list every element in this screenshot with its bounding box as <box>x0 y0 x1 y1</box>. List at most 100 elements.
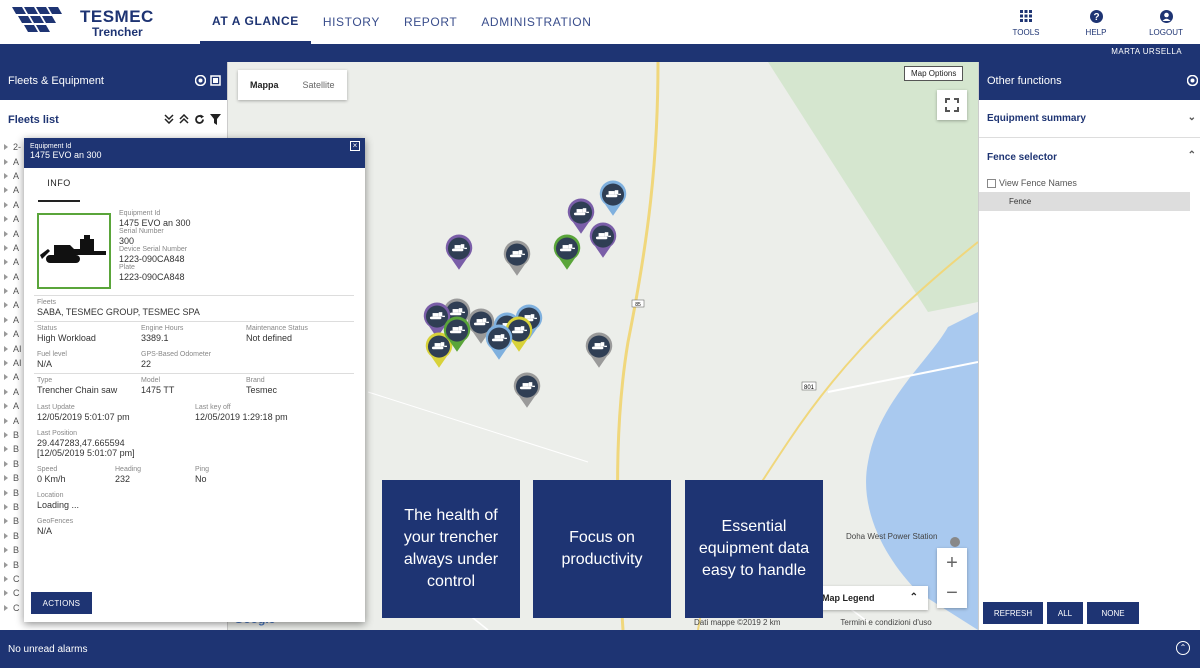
field-value: Trencher Chain saw <box>37 385 118 395</box>
expand-arrow-icon[interactable] <box>4 273 8 280</box>
expand-arrow-icon[interactable] <box>4 547 8 554</box>
expand-arrow-icon[interactable] <box>4 158 8 165</box>
logo-subtitle: Trencher <box>92 25 143 39</box>
view-fence-names-checkbox[interactable]: View Fence Names <box>987 178 1077 188</box>
refresh-button[interactable]: REFRESH <box>983 602 1043 624</box>
expand-arrow-icon[interactable] <box>4 331 8 338</box>
help-button[interactable]: ? HELP <box>1076 8 1116 37</box>
fleet-list-item-label: C <box>13 573 20 584</box>
svg-text:?: ? <box>1093 12 1099 23</box>
expand-arrow-icon[interactable] <box>4 417 8 424</box>
expand-panel-icon[interactable] <box>210 75 221 86</box>
field-label: Last Update <box>37 404 75 411</box>
select-all-button[interactable]: ALL <box>1047 602 1083 624</box>
expand-arrow-icon[interactable] <box>4 244 8 251</box>
road-number-801: 801 <box>804 385 815 391</box>
field-heading: Heading 232 <box>115 466 141 484</box>
expand-arrow-icon[interactable] <box>4 201 8 208</box>
poi-label: Doha West Power Station <box>846 532 937 541</box>
refresh-icon[interactable] <box>194 114 205 125</box>
popup-header-label: Equipment Id <box>30 143 72 150</box>
alarms-bar[interactable]: No unread alarms ⌃ <box>0 630 1200 668</box>
expand-arrow-icon[interactable] <box>4 172 8 179</box>
field-value: 300 <box>119 236 135 246</box>
map-legend-button[interactable]: Map Legend ⌃ <box>814 586 928 610</box>
equipment-marker-icon[interactable] <box>444 234 474 272</box>
filter-icon[interactable] <box>210 114 221 125</box>
tab-info[interactable]: INFO <box>38 178 80 202</box>
expand-arrow-icon[interactable] <box>4 403 8 410</box>
zoom-in-button[interactable]: + <box>937 548 967 578</box>
field-value: Not defined <box>246 333 293 343</box>
expand-arrow-icon[interactable] <box>4 259 8 266</box>
equipment-marker-icon[interactable] <box>502 240 532 278</box>
nav-history[interactable]: HISTORY <box>311 0 392 44</box>
expand-arrow-icon[interactable] <box>4 532 8 539</box>
map-terms-link[interactable]: Termini e condizioni d'uso <box>840 618 931 627</box>
expand-arrow-icon[interactable] <box>4 503 8 510</box>
close-icon[interactable]: × <box>350 141 360 151</box>
settings-icon[interactable] <box>195 75 206 86</box>
expand-arrow-icon[interactable] <box>4 374 8 381</box>
grid-icon <box>1018 8 1034 24</box>
expand-arrow-icon[interactable] <box>4 446 8 453</box>
equipment-marker-icon[interactable] <box>484 324 514 362</box>
other-functions-title: Other functions <box>987 75 1062 87</box>
divider <box>34 295 354 296</box>
tools-button[interactable]: TOOLS <box>1006 8 1046 37</box>
expand-arrow-icon[interactable] <box>4 475 8 482</box>
expand-arrow-icon[interactable] <box>4 604 8 611</box>
expand-arrow-icon[interactable] <box>4 561 8 568</box>
tesmec-logo[interactable]: TESMEC Trencher <box>10 5 153 39</box>
expand-arrow-icon[interactable] <box>4 316 8 323</box>
expand-arrow-icon[interactable] <box>4 388 8 395</box>
equipment-marker-icon[interactable] <box>552 234 582 272</box>
field-label: Fuel level <box>37 351 67 358</box>
expand-arrow-icon[interactable] <box>4 345 8 352</box>
expand-all-icon[interactable] <box>164 114 174 124</box>
fleet-list-item-label: A <box>13 199 20 210</box>
settings-icon[interactable] <box>1187 75 1198 86</box>
fence-selector-section[interactable]: Fence selector ⌃ <box>979 138 1200 176</box>
equipment-summary-section[interactable]: Equipment summary ⌄ <box>979 100 1200 138</box>
equipment-marker-icon[interactable] <box>588 222 618 260</box>
expand-arrow-icon[interactable] <box>4 575 8 582</box>
fleet-list-item-label: B <box>13 487 20 498</box>
expand-arrow-icon[interactable] <box>4 302 8 309</box>
actions-button[interactable]: ACTIONS <box>31 592 92 614</box>
map-type-map[interactable]: Mappa <box>238 70 291 100</box>
fullscreen-button[interactable] <box>937 90 967 120</box>
equipment-marker-icon[interactable] <box>584 332 614 370</box>
select-none-button[interactable]: NONE <box>1087 602 1139 624</box>
equipment-marker-icon[interactable] <box>442 316 472 354</box>
nav-at-a-glance[interactable]: AT A GLANCE <box>200 0 311 44</box>
expand-arrow-icon[interactable] <box>4 489 8 496</box>
expand-arrow-icon[interactable] <box>4 216 8 223</box>
equipment-marker-icon[interactable] <box>598 180 628 218</box>
collapse-all-icon[interactable] <box>179 114 189 124</box>
fleet-list-item-label: B <box>13 545 20 556</box>
expand-arrow-icon[interactable] <box>4 590 8 597</box>
expand-arrow-icon[interactable] <box>4 518 8 525</box>
zoom-control: + − <box>937 548 967 608</box>
header-tools: TOOLS ? HELP LOGOUT <box>1006 8 1186 37</box>
zoom-out-button[interactable]: − <box>937 578 967 608</box>
expand-arrow-icon[interactable] <box>4 230 8 237</box>
fence-list-item[interactable]: Fence <box>979 192 1190 211</box>
expand-arrow-icon[interactable] <box>4 187 8 194</box>
field-brand: Brand Tesmec <box>246 377 277 395</box>
map-type-satellite[interactable]: Satellite <box>291 70 347 100</box>
expand-arrow-icon[interactable] <box>4 144 8 151</box>
nav-report[interactable]: REPORT <box>392 0 469 44</box>
other-functions-header: Other functions <box>979 62 1200 100</box>
expand-arrow-icon[interactable] <box>4 460 8 467</box>
expand-arrow-icon[interactable] <box>4 432 8 438</box>
map-options-button[interactable]: Map Options <box>904 66 964 81</box>
expand-arrow-icon[interactable] <box>4 288 8 295</box>
nav-administration[interactable]: ADMINISTRATION <box>469 0 603 44</box>
expand-arrow-icon[interactable] <box>4 360 8 367</box>
logout-button[interactable]: LOGOUT <box>1146 8 1186 37</box>
checkbox-box[interactable] <box>987 178 996 188</box>
chevron-up-icon[interactable]: ⌃ <box>1176 641 1190 655</box>
equipment-marker-icon[interactable] <box>512 372 542 410</box>
